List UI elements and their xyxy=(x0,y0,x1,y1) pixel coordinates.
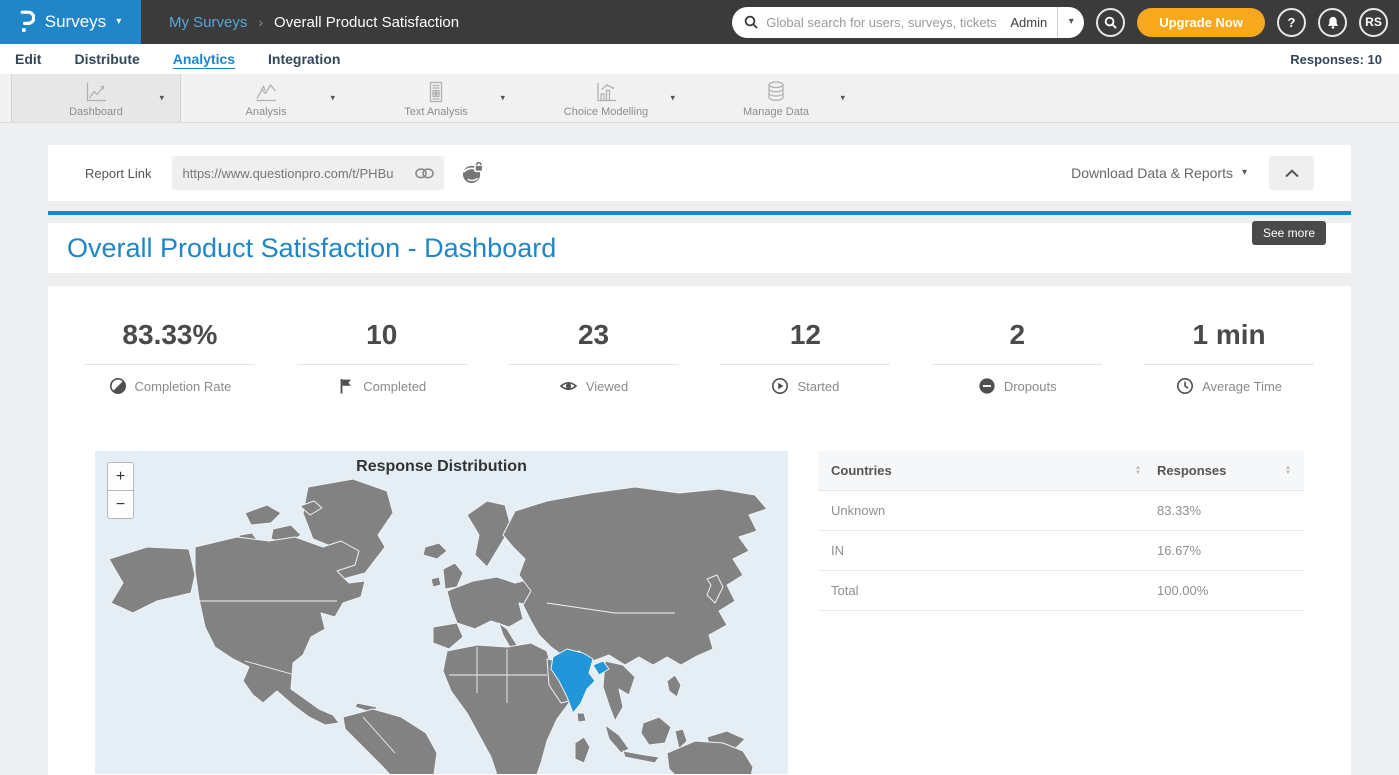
report-link-url[interactable]: https://www.questionpro.com/t/PHBu xyxy=(182,166,415,181)
search-button[interactable] xyxy=(1096,8,1125,37)
map-title: Response Distribution xyxy=(95,458,788,476)
notifications-button[interactable] xyxy=(1318,8,1347,37)
breadcrumb-separator: › xyxy=(258,14,263,30)
bell-icon xyxy=(1326,15,1340,30)
download-data-reports-menu[interactable]: Download Data & Reports ▾ xyxy=(1071,165,1247,181)
download-caret-icon: ▾ xyxy=(1242,168,1247,178)
table-row: IN 16.67% xyxy=(818,531,1304,571)
search-input[interactable] xyxy=(766,15,1000,30)
dashboard-card: 83.33% Completion Rate 10 Completed 23 xyxy=(48,286,1351,775)
eye-icon xyxy=(559,377,578,395)
toolbar-item-analysis[interactable]: Analysis ▾ xyxy=(181,74,351,122)
upgrade-now-button[interactable]: Upgrade Now xyxy=(1137,8,1265,37)
stat-started: 12 Started xyxy=(699,320,911,395)
countries-table: Countries ▲▼ Responses ▲▼ Unknown 83.33%… xyxy=(818,451,1304,774)
stat-completion-rate: 83.33% Completion Rate xyxy=(64,320,276,395)
globe-lock-icon[interactable] xyxy=(461,162,484,185)
breadcrumb-current: Overall Product Satisfaction xyxy=(274,14,459,31)
world-map[interactable] xyxy=(95,451,788,774)
response-distribution-map[interactable]: Response Distribution + − xyxy=(95,451,788,774)
clock-icon xyxy=(1176,377,1194,395)
map-zoom-in-button[interactable]: + xyxy=(107,462,134,491)
table-row: Unknown 83.33% xyxy=(818,491,1304,531)
stat-completed: 10 Completed xyxy=(276,320,488,395)
dashboard-chart-icon xyxy=(83,79,109,105)
section-tabs: Edit Distribute Analytics Integration Re… xyxy=(0,44,1399,74)
table-row: Total 100.00% xyxy=(818,571,1304,611)
analysis-chart-icon xyxy=(253,79,279,105)
tab-analytics[interactable]: Analytics xyxy=(173,51,235,67)
stat-dropouts: 2 Dropouts xyxy=(911,320,1123,395)
stat-average-time: 1 min Average Time xyxy=(1123,320,1335,395)
search-scope-caret-icon[interactable]: ▾ xyxy=(1058,17,1084,27)
product-label: Surveys xyxy=(45,12,106,32)
database-icon xyxy=(763,79,789,105)
toolbar-item-manage-data[interactable]: Manage Data ▾ xyxy=(691,74,861,122)
report-link-bar: Report Link https://www.questionpro.com/… xyxy=(48,145,1351,201)
tab-edit[interactable]: Edit xyxy=(15,51,41,67)
analytics-toolbar: Dashboard ▾ Analysis ▾ Text Analysis ▾ C… xyxy=(0,74,1399,123)
search-scope-label[interactable]: Admin xyxy=(1000,15,1057,30)
text-document-icon xyxy=(423,79,449,105)
choice-modelling-caret-icon[interactable]: ▾ xyxy=(670,93,675,104)
breadcrumb: My Surveys › Overall Product Satisfactio… xyxy=(169,14,459,31)
responses-count: Responses: 10 xyxy=(1290,52,1384,67)
report-link-field[interactable]: https://www.questionpro.com/t/PHBu xyxy=(172,156,444,190)
stat-viewed: 23 Viewed xyxy=(488,320,700,395)
page-title: Overall Product Satisfaction - Dashboard xyxy=(67,233,556,264)
play-circle-icon xyxy=(771,377,789,395)
toolbar-item-dashboard[interactable]: Dashboard ▾ xyxy=(11,74,181,122)
top-bar: Surveys ▾ My Surveys › Overall Product S… xyxy=(0,0,1399,44)
text-analysis-caret-icon[interactable]: ▾ xyxy=(500,93,505,104)
manage-data-caret-icon[interactable]: ▾ xyxy=(840,93,845,104)
help-button[interactable]: ? xyxy=(1277,8,1306,37)
dashboard-caret-icon[interactable]: ▾ xyxy=(159,93,164,104)
search-icon xyxy=(744,15,758,29)
sort-icon[interactable]: ▲▼ xyxy=(1285,466,1291,476)
breadcrumb-parent-link[interactable]: My Surveys xyxy=(169,14,247,31)
tab-distribute[interactable]: Distribute xyxy=(74,51,139,67)
see-more-tooltip: See more xyxy=(1252,221,1326,245)
user-avatar[interactable]: RS xyxy=(1359,8,1388,37)
responses-column-header[interactable]: Responses ▲▼ xyxy=(1157,463,1291,478)
title-card: Overall Product Satisfaction - Dashboard xyxy=(48,223,1351,273)
visualization-row: Response Distribution + − xyxy=(48,451,1351,774)
choice-chart-icon xyxy=(593,79,619,105)
stats-row: 83.33% Completion Rate 10 Completed 23 xyxy=(48,286,1351,395)
link-icon[interactable] xyxy=(415,168,434,179)
global-search: Admin ▾ xyxy=(732,7,1084,38)
countries-column-header[interactable]: Countries ▲▼ xyxy=(831,463,1157,478)
sort-icon[interactable]: ▲▼ xyxy=(1135,466,1141,476)
surveys-caret-icon: ▾ xyxy=(116,17,121,27)
map-zoom-controls: + − xyxy=(107,462,134,519)
map-zoom-out-button[interactable]: − xyxy=(107,490,134,519)
minus-circle-icon xyxy=(978,377,996,395)
toolbar-item-text-analysis[interactable]: Text Analysis ▾ xyxy=(351,74,521,122)
flag-icon xyxy=(337,377,355,395)
half-circle-icon xyxy=(109,377,127,395)
accent-divider xyxy=(48,211,1351,215)
analysis-caret-icon[interactable]: ▾ xyxy=(330,93,335,104)
collapse-header-button[interactable] xyxy=(1269,156,1314,190)
chevron-up-icon xyxy=(1284,169,1300,178)
report-link-label: Report Link xyxy=(85,166,151,181)
tab-integration[interactable]: Integration xyxy=(268,51,340,67)
page-content: Report Link https://www.questionpro.com/… xyxy=(0,145,1399,775)
questionpro-logo-icon xyxy=(20,10,35,34)
countries-table-header: Countries ▲▼ Responses ▲▼ xyxy=(818,451,1304,491)
surveys-menu[interactable]: Surveys ▾ xyxy=(0,0,141,44)
toolbar-item-choice-modelling[interactable]: Choice Modelling ▾ xyxy=(521,74,691,122)
